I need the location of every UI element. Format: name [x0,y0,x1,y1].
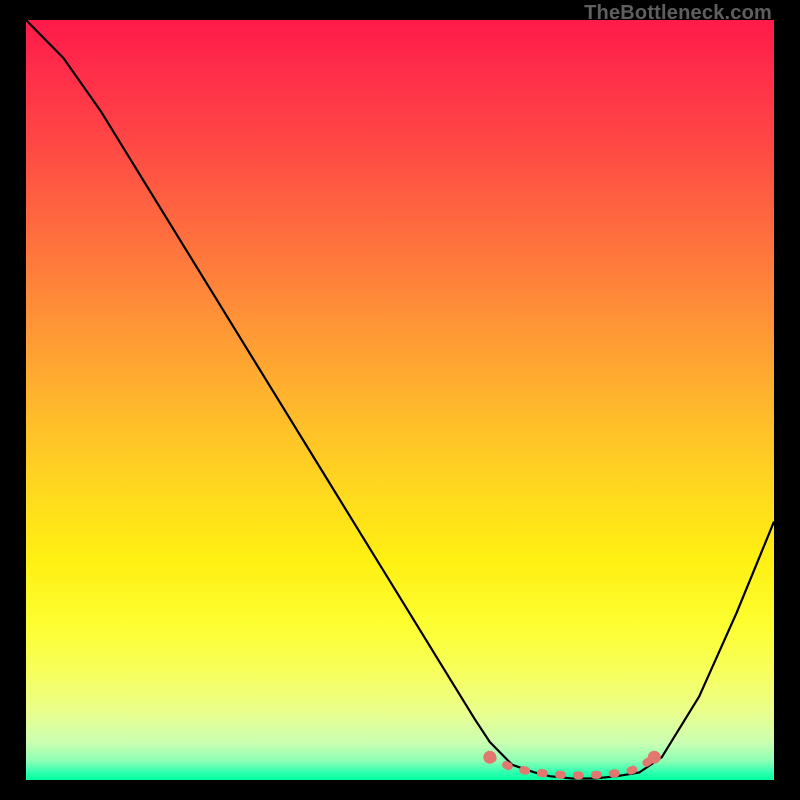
target-range-end-dot [483,751,496,764]
target-range-end-dot [648,751,661,764]
bottleneck-curve-path [26,20,774,779]
chart-plot-area [26,20,774,780]
bottleneck-curve-svg [26,20,774,780]
chart-frame: TheBottleneck.com [0,0,800,800]
target-range-markers [483,751,661,776]
watermark-text: TheBottleneck.com [584,2,772,25]
